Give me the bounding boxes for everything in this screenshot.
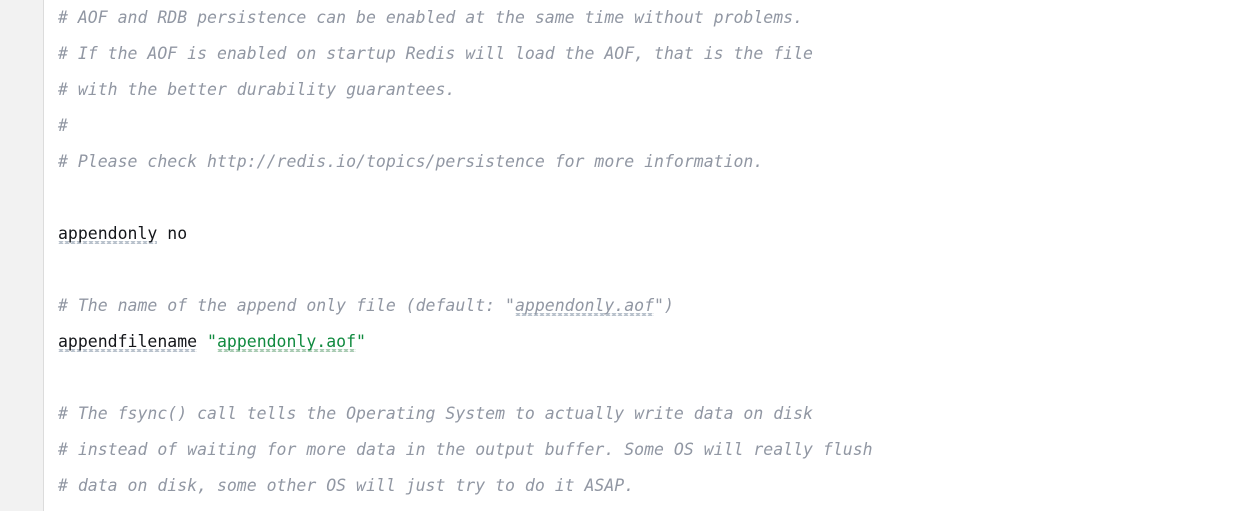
code-line[interactable]: appendonly no	[44, 216, 1259, 252]
spellcheck-squiggle: appendfilename	[58, 332, 198, 351]
editor-gutter[interactable]	[0, 0, 44, 511]
code-token: # instead of waiting for more data in th…	[58, 440, 873, 459]
spellcheck-squiggle: appendonly.aof	[514, 296, 655, 315]
code-token: ")	[654, 296, 674, 315]
code-token: # If the AOF is enabled on startup Redis…	[58, 44, 813, 63]
code-line[interactable]: # The fsync() call tells the Operating S…	[44, 396, 1259, 432]
code-line[interactable]: # Please check http://redis.io/topics/pe…	[44, 144, 1259, 180]
code-token: # The fsync() call tells the Operating S…	[58, 404, 813, 423]
code-line[interactable]: # The name of the append only file (defa…	[44, 288, 1259, 324]
code-line[interactable]	[44, 180, 1259, 216]
code-token: # Please check http://redis.io/topics/pe…	[58, 152, 764, 171]
code-line[interactable]	[44, 360, 1259, 396]
code-line[interactable]: #	[44, 108, 1259, 144]
spellcheck-squiggle: appendonly.aof	[216, 332, 357, 351]
code-token: #	[58, 116, 68, 135]
code-line[interactable]: # data on disk, some other OS will just …	[44, 468, 1259, 504]
code-token: # AOF and RDB persistence can be enabled…	[58, 8, 804, 27]
code-content-area[interactable]: # AOF and RDB persistence can be enabled…	[44, 0, 1259, 511]
spellcheck-squiggle: appendonly	[58, 224, 158, 243]
code-token: # The name of the append only file (defa…	[58, 296, 515, 315]
code-line[interactable]: # If the AOF is enabled on startup Redis…	[44, 36, 1259, 72]
code-token: "	[207, 332, 217, 351]
code-token: "	[356, 332, 366, 351]
code-editor: # AOF and RDB persistence can be enabled…	[0, 0, 1259, 511]
code-line[interactable]: # instead of waiting for more data in th…	[44, 432, 1259, 468]
code-line[interactable]	[44, 252, 1259, 288]
code-line[interactable]: appendfilename "appendonly.aof"	[44, 324, 1259, 360]
code-token: # data on disk, some other OS will just …	[58, 476, 635, 495]
code-line[interactable]: # with the better durability guarantees.	[44, 72, 1259, 108]
code-token: # with the better durability guarantees.	[58, 80, 456, 99]
code-line[interactable]: # AOF and RDB persistence can be enabled…	[44, 0, 1259, 36]
code-token: no	[157, 224, 188, 243]
